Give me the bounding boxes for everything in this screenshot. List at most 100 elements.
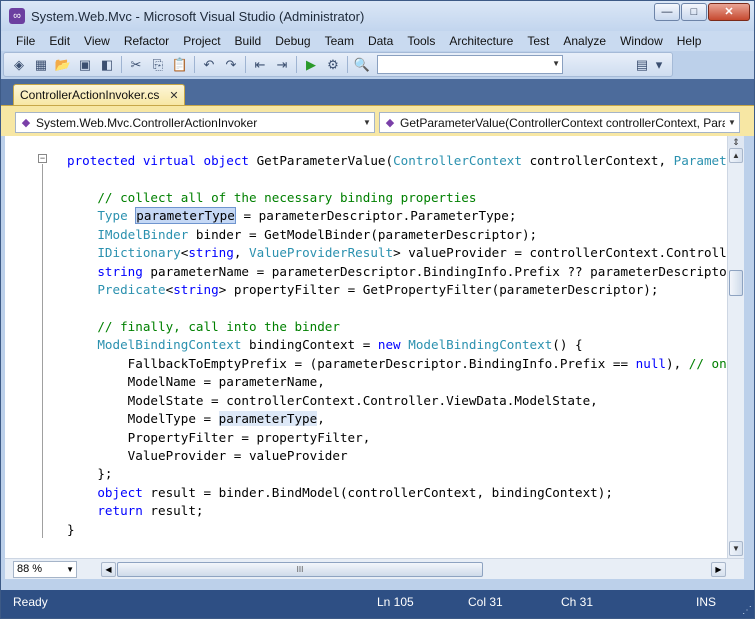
new-project-icon[interactable]: ◈ <box>9 56 29 74</box>
cut-icon[interactable]: ✂ <box>126 56 146 74</box>
menu-refactor[interactable]: Refactor <box>117 34 176 48</box>
code-token: bindingContext = <box>241 337 378 353</box>
code-line[interactable]: ValueProvider = valueProvider <box>67 447 727 465</box>
scroll-up-icon[interactable]: ▲ <box>729 148 743 163</box>
save-icon[interactable]: ▣ <box>75 56 95 74</box>
vertical-scrollbar[interactable]: ⇕ ▲ ▼ <box>727 136 744 558</box>
minimize-button[interactable]: — <box>654 3 680 21</box>
redo-icon[interactable]: ↷ <box>221 56 241 74</box>
toolbar-overflow-icon[interactable]: ▾ <box>654 56 664 74</box>
code-line[interactable]: string parameterName = parameterDescript… <box>67 263 727 281</box>
splitter-icon[interactable]: ⇕ <box>728 136 744 148</box>
code-line[interactable]: ModelName = parameterName, <box>67 373 727 391</box>
navigate-forward-icon[interactable]: ⇥ <box>272 56 292 74</box>
toolbar-separator <box>296 56 297 73</box>
code-line[interactable]: return result; <box>67 502 727 520</box>
add-item-icon[interactable]: ▦ <box>31 56 51 74</box>
chevron-down-icon[interactable]: ▼ <box>66 562 74 577</box>
copy-icon[interactable]: ⎘ <box>148 56 168 74</box>
code-token: object <box>97 484 143 500</box>
menu-tools[interactable]: Tools <box>400 34 442 48</box>
type-dropdown-value: System.Web.Mvc.ControllerActionInvoker <box>36 115 258 130</box>
menu-test[interactable]: Test <box>520 34 556 48</box>
code-line[interactable]: object result = binder.BindModel(control… <box>67 484 727 502</box>
code-token: IDictionary <box>97 245 181 261</box>
start-debugging-icon[interactable]: ▶ <box>301 56 321 74</box>
maximize-button[interactable]: □ <box>681 3 707 21</box>
solution-explorer-icon[interactable]: ▤ <box>632 56 652 74</box>
type-dropdown[interactable]: ◆ System.Web.Mvc.ControllerActionInvoker… <box>15 112 375 133</box>
chevron-down-icon[interactable]: ▼ <box>552 59 560 68</box>
vertical-scroll-thumb[interactable] <box>729 270 743 296</box>
paste-icon[interactable]: 📋 <box>170 56 190 74</box>
chevron-down-icon[interactable]: ▼ <box>725 113 739 132</box>
horizontal-scroll-thumb[interactable]: III <box>117 562 483 577</box>
code-line[interactable]: // finally, call into the binder <box>67 318 727 336</box>
tab-controller-action-invoker[interactable]: ControllerActionInvoker.cs ✕ <box>13 84 185 105</box>
code-editor[interactable]: − protected virtual object GetParameterV… <box>5 136 727 558</box>
code-token: protected <box>67 153 136 168</box>
code-line[interactable] <box>67 170 727 188</box>
code-line[interactable]: }; <box>67 465 727 483</box>
zoom-combo[interactable]: 88 % ▼ <box>13 561 77 578</box>
code-line[interactable]: } <box>67 521 727 539</box>
code-line[interactable]: IModelBinder binder = GetModelBinder(par… <box>67 226 727 244</box>
code-line[interactable]: PropertyFilter = propertyFilter, <box>67 429 727 447</box>
undo-icon[interactable]: ↶ <box>199 56 219 74</box>
close-button[interactable]: ✕ <box>708 3 750 21</box>
menu-team[interactable]: Team <box>318 34 361 48</box>
tab-close-icon[interactable]: ✕ <box>169 89 178 102</box>
menu-data[interactable]: Data <box>361 34 400 48</box>
vs-window: ∞ System.Web.Mvc - Microsoft Visual Stud… <box>0 0 755 619</box>
code-line[interactable]: ModelBindingContext bindingContext = new… <box>67 336 727 354</box>
attach-process-icon[interactable]: ⚙ <box>323 56 343 74</box>
toolbar-separator <box>194 56 195 73</box>
scroll-left-icon[interactable]: ◀ <box>101 562 116 577</box>
code-line[interactable]: ModelState = controllerContext.Controlle… <box>67 392 727 410</box>
navigate-backward-icon[interactable]: ⇤ <box>250 56 270 74</box>
scroll-down-icon[interactable]: ▼ <box>729 541 743 556</box>
code-token: IModelBinder <box>97 226 189 242</box>
code-token: string <box>173 282 219 298</box>
code-line[interactable] <box>67 300 727 318</box>
code-token: ValueProvider = valueProvider <box>67 448 348 463</box>
menu-debug[interactable]: Debug <box>268 34 317 48</box>
code-token: ModelType = <box>67 411 219 427</box>
code-text[interactable]: protected virtual object GetParameterVal… <box>67 152 727 539</box>
code-line[interactable]: ModelType = parameterType, <box>67 410 727 428</box>
status-line: Ln 105 <box>377 595 414 609</box>
menu-project[interactable]: Project <box>176 34 227 48</box>
menu-build[interactable]: Build <box>228 34 269 48</box>
open-file-icon[interactable]: 📂 <box>53 56 73 74</box>
find-combo[interactable]: ▼ <box>377 55 563 74</box>
menu-window[interactable]: Window <box>613 34 670 48</box>
save-all-icon[interactable]: ◧ <box>97 56 117 74</box>
menu-architecture[interactable]: Architecture <box>442 34 520 48</box>
zoom-value: 88 % <box>17 563 43 575</box>
title-bar[interactable]: ∞ System.Web.Mvc - Microsoft Visual Stud… <box>1 1 754 31</box>
code-token: ModelBindingContext <box>97 337 242 353</box>
code-token: , <box>317 411 325 427</box>
tab-label: ControllerActionInvoker.cs <box>20 88 160 102</box>
scroll-grip: III <box>296 565 304 574</box>
code-line[interactable]: IDictionary<string, ValueProviderResult>… <box>67 244 727 262</box>
code-line[interactable]: Predicate<string> propertyFilter = GetPr… <box>67 281 727 299</box>
member-dropdown[interactable]: ◆ GetParameterValue(ControllerContext co… <box>379 112 740 133</box>
code-line[interactable]: FallbackToEmptyPrefix = (parameterDescri… <box>67 355 727 373</box>
menu-help[interactable]: Help <box>670 34 709 48</box>
menu-file[interactable]: File <box>9 34 42 48</box>
menu-view[interactable]: View <box>77 34 117 48</box>
collapse-region-icon[interactable]: − <box>38 154 47 163</box>
menu-analyze[interactable]: Analyze <box>556 34 613 48</box>
scroll-right-icon[interactable]: ▶ <box>711 562 726 577</box>
chevron-down-icon[interactable]: ▼ <box>360 113 374 132</box>
code-line[interactable]: Type parameterType = parameterDescriptor… <box>67 207 727 225</box>
code-line[interactable]: // collect all of the necessary binding … <box>67 189 727 207</box>
code-token: ValueProviderResult <box>249 245 394 261</box>
menu-edit[interactable]: Edit <box>42 34 77 48</box>
find-in-files-icon[interactable]: 🔍 <box>352 56 372 74</box>
resize-grip-icon[interactable]: ⋰ <box>742 605 752 616</box>
code-token: ControllerContext <box>393 153 522 168</box>
code-line[interactable]: protected virtual object GetParameterVal… <box>67 152 727 170</box>
